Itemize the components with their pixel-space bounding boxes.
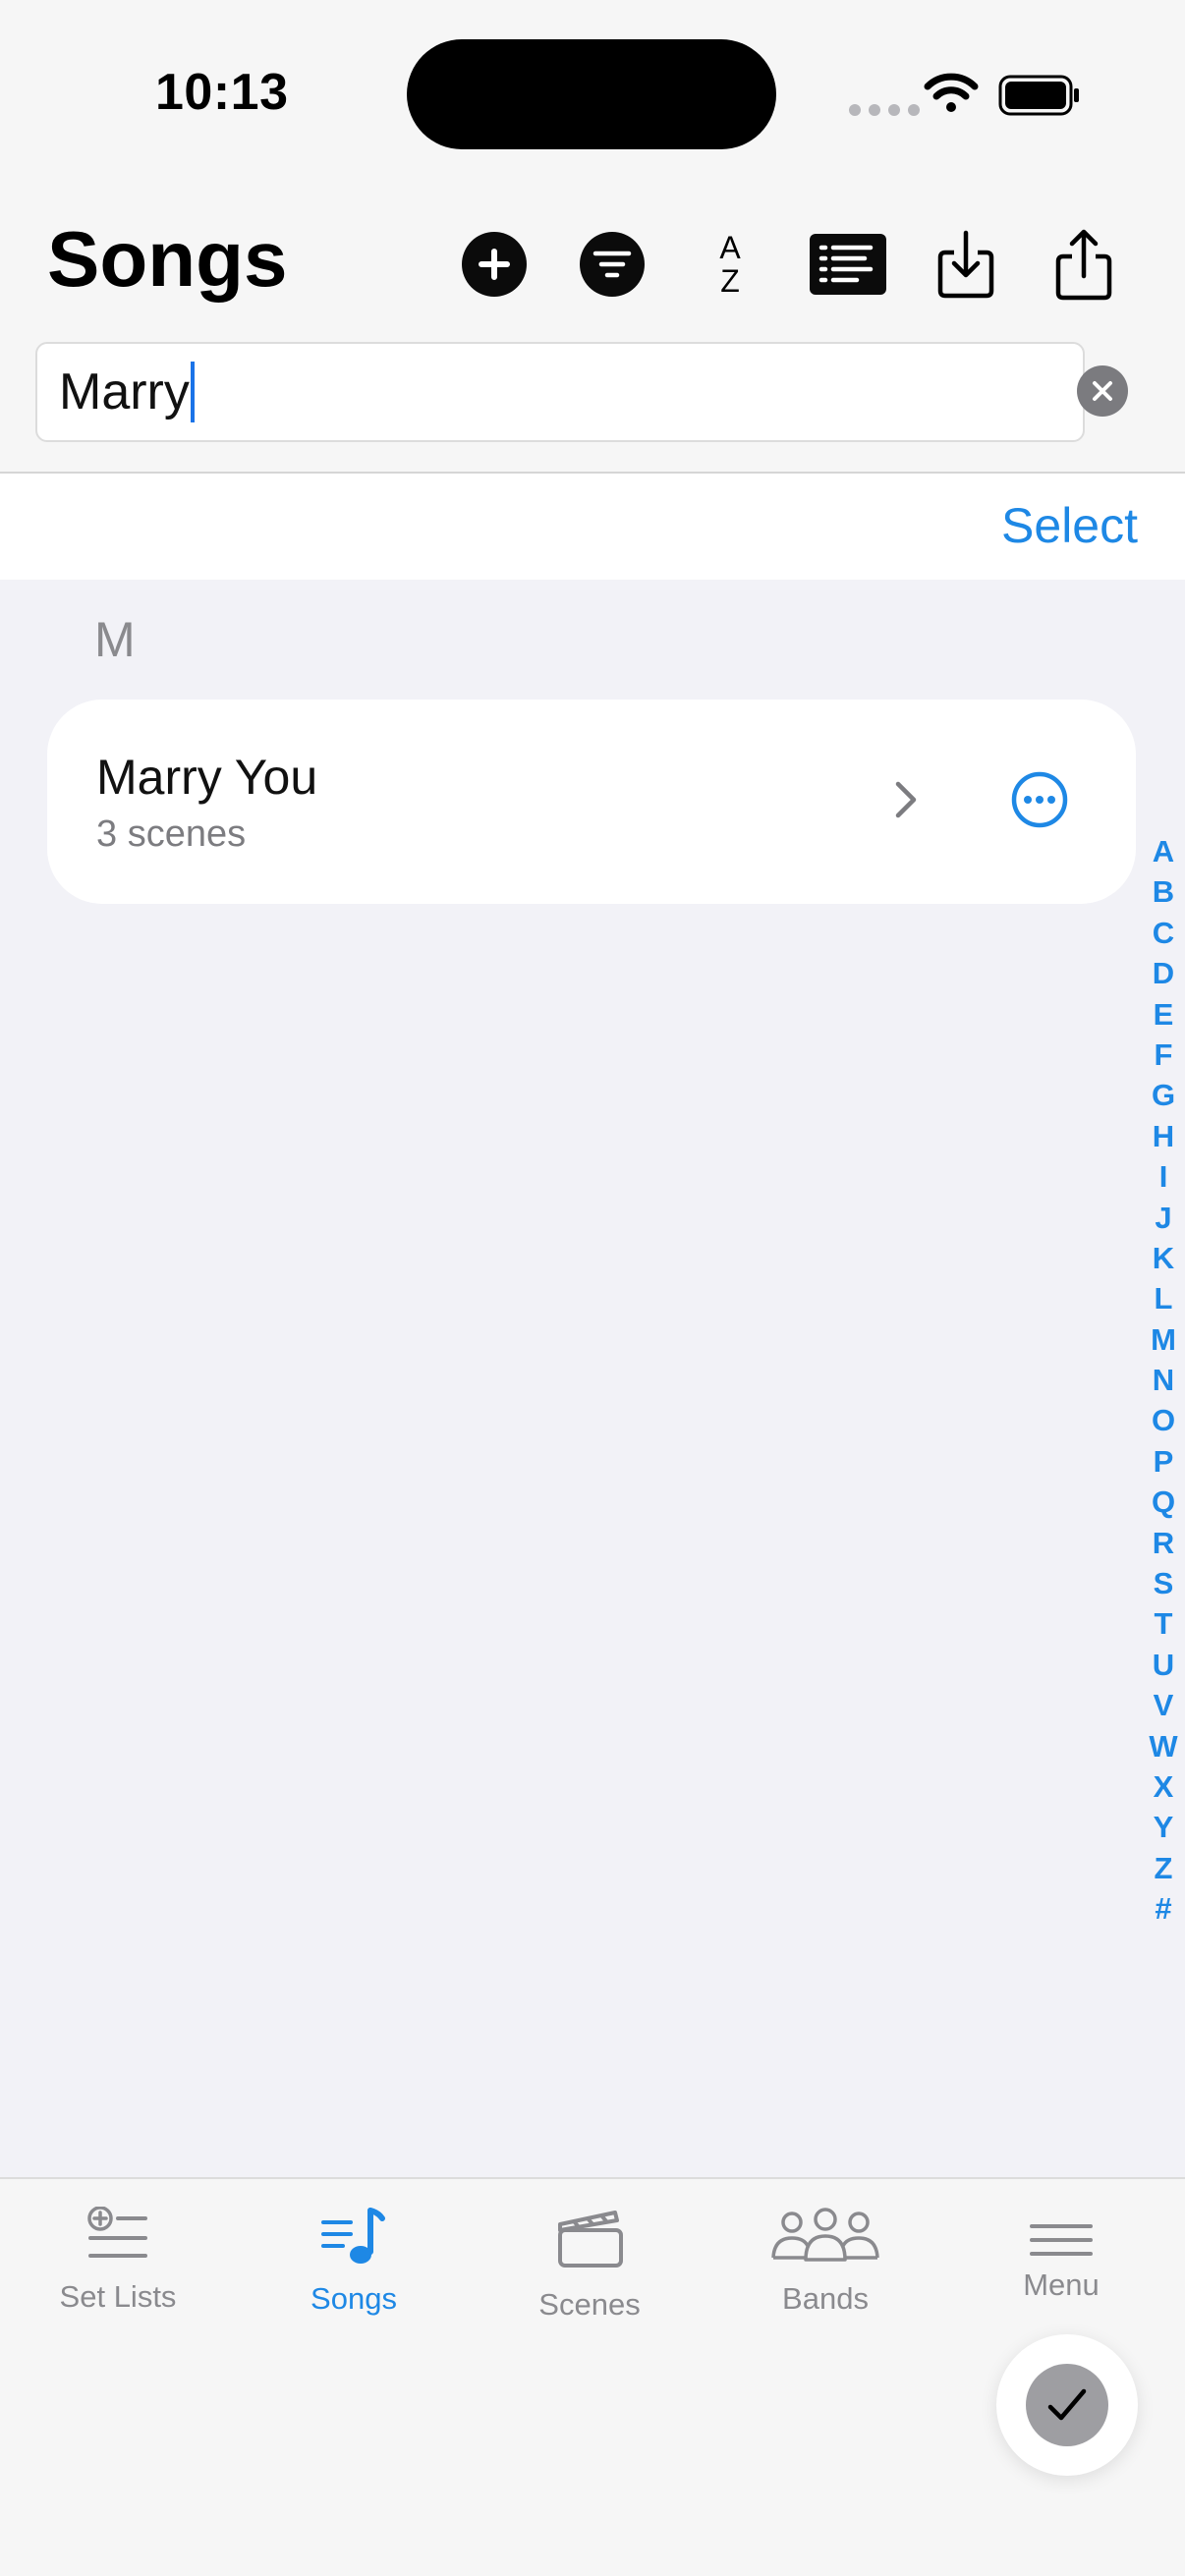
index-letter[interactable]: I bbox=[1159, 1156, 1168, 1197]
index-letter[interactable]: # bbox=[1155, 1888, 1171, 1929]
index-letter[interactable]: B bbox=[1153, 871, 1174, 912]
text-caret bbox=[190, 362, 195, 422]
song-scene-count: 3 scenes bbox=[96, 813, 247, 855]
index-letter[interactable]: M bbox=[1151, 1319, 1176, 1360]
checkmark-icon bbox=[1047, 2388, 1087, 2421]
index-letter[interactable]: C bbox=[1153, 913, 1174, 953]
set-lists-icon bbox=[87, 2207, 147, 2258]
index-letter[interactable]: W bbox=[1149, 1726, 1177, 1766]
index-letter[interactable]: Z bbox=[1155, 1848, 1173, 1888]
index-letter[interactable]: G bbox=[1152, 1075, 1175, 1115]
index-letter[interactable]: E bbox=[1154, 994, 1174, 1035]
index-letter[interactable]: J bbox=[1155, 1198, 1171, 1238]
chevron-right-icon[interactable] bbox=[892, 778, 920, 821]
index-letter[interactable]: N bbox=[1153, 1360, 1174, 1400]
song-title: Marry You bbox=[96, 750, 318, 805]
bands-icon bbox=[771, 2208, 879, 2262]
index-letter[interactable]: O bbox=[1152, 1400, 1175, 1440]
share-icon bbox=[1055, 229, 1112, 301]
search-input[interactable]: Marry bbox=[35, 342, 1085, 442]
tab-label: Bands bbox=[782, 2281, 869, 2316]
index-letter[interactable]: L bbox=[1155, 1278, 1173, 1318]
filter-button[interactable] bbox=[568, 220, 656, 308]
plus-icon bbox=[462, 232, 527, 297]
menu-icon bbox=[1030, 2224, 1093, 2256]
status-bar: 10:13 bbox=[0, 0, 1185, 196]
list-view-button[interactable] bbox=[804, 220, 892, 308]
songs-icon bbox=[321, 2208, 385, 2264]
list-icon bbox=[810, 234, 886, 295]
index-letter[interactable]: S bbox=[1154, 1563, 1174, 1603]
clear-search-button[interactable] bbox=[1077, 365, 1128, 417]
cellular-signal-icon bbox=[849, 104, 920, 116]
search-input-value: Marry bbox=[59, 364, 190, 420]
index-letter[interactable]: U bbox=[1153, 1645, 1174, 1685]
select-button[interactable]: Select bbox=[1001, 497, 1138, 554]
share-button[interactable] bbox=[1040, 220, 1128, 308]
tab-set-lists[interactable]: Set Lists bbox=[0, 2179, 236, 2346]
section-header: M bbox=[94, 612, 136, 667]
index-letter[interactable]: P bbox=[1154, 1441, 1174, 1482]
index-letter[interactable]: Y bbox=[1154, 1807, 1174, 1847]
tab-bands[interactable]: Bands bbox=[707, 2179, 943, 2346]
index-letter[interactable]: A bbox=[1153, 831, 1174, 871]
index-letter[interactable]: X bbox=[1154, 1766, 1174, 1807]
close-icon bbox=[1093, 381, 1112, 401]
battery-icon bbox=[998, 75, 1079, 116]
index-letter[interactable]: T bbox=[1155, 1603, 1173, 1644]
index-letter[interactable]: F bbox=[1155, 1035, 1173, 1075]
index-letter[interactable]: Q bbox=[1152, 1482, 1175, 1522]
tab-label: Set Lists bbox=[59, 2279, 177, 2314]
done-button[interactable] bbox=[996, 2334, 1138, 2476]
sort-az-icon: A Z bbox=[719, 230, 741, 299]
tab-label: Menu bbox=[1023, 2268, 1100, 2302]
sort-az-button[interactable]: A Z bbox=[686, 220, 774, 308]
index-letter[interactable]: R bbox=[1153, 1523, 1174, 1563]
filter-icon bbox=[580, 232, 645, 297]
index-letter[interactable]: D bbox=[1153, 953, 1174, 993]
dynamic-island bbox=[407, 39, 776, 149]
tab-menu[interactable]: Menu bbox=[943, 2179, 1179, 2346]
index-letter[interactable]: K bbox=[1153, 1238, 1174, 1278]
page-title: Songs bbox=[47, 215, 288, 303]
status-time: 10:13 bbox=[155, 64, 289, 121]
selection-toolbar: Select bbox=[0, 472, 1185, 580]
list-item[interactable]: Marry You 3 scenes bbox=[47, 700, 1136, 904]
scenes-icon bbox=[558, 2211, 623, 2268]
tab-label: Songs bbox=[310, 2281, 397, 2316]
tab-scenes[interactable]: Scenes bbox=[472, 2179, 707, 2346]
tab-songs[interactable]: Songs bbox=[236, 2179, 472, 2346]
alphabet-index[interactable]: A B C D E F G H I J K L M N O P Q R S T … bbox=[1144, 831, 1183, 1930]
download-icon bbox=[937, 230, 994, 299]
wifi-icon bbox=[924, 73, 979, 112]
tab-label: Scenes bbox=[538, 2287, 641, 2322]
index-letter[interactable]: V bbox=[1154, 1685, 1174, 1725]
more-options-icon[interactable] bbox=[1008, 768, 1071, 831]
import-button[interactable] bbox=[922, 220, 1010, 308]
add-song-button[interactable] bbox=[450, 220, 538, 308]
index-letter[interactable]: H bbox=[1153, 1116, 1174, 1156]
